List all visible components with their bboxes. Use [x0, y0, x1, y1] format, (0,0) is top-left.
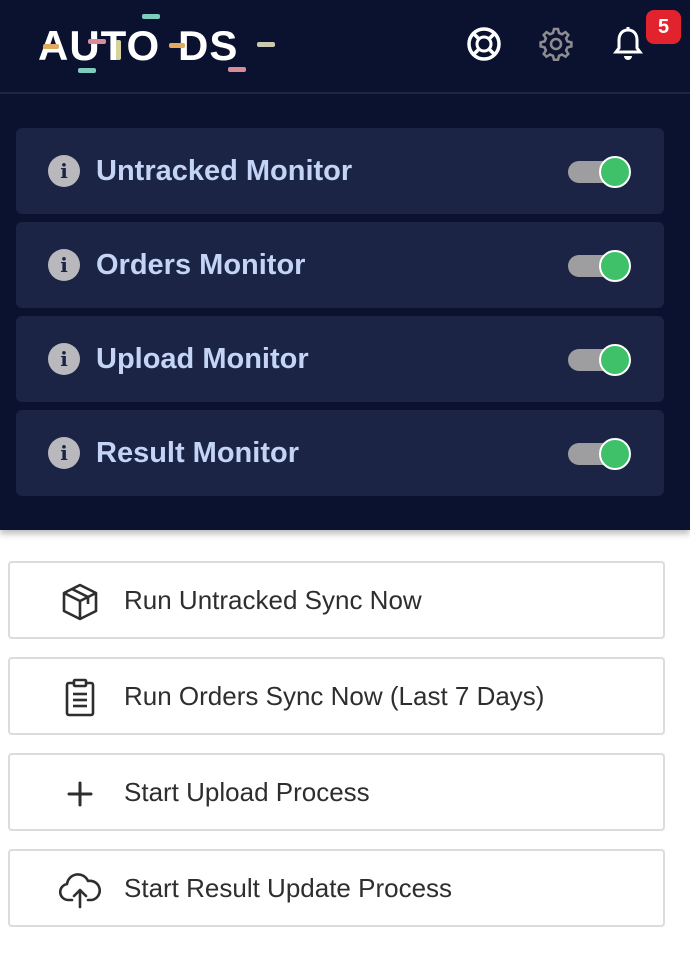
- action-label: Start Upload Process: [124, 777, 370, 807]
- monitor-row-orders: i Orders Monitor: [16, 222, 664, 308]
- run-untracked-sync-button[interactable]: Run Untracked Sync Now: [8, 561, 665, 639]
- gear-icon[interactable]: [536, 24, 576, 64]
- info-icon[interactable]: i: [48, 155, 80, 187]
- run-orders-sync-button[interactable]: Run Orders Sync Now (Last 7 Days): [8, 657, 665, 735]
- notification-badge: 5: [646, 10, 681, 44]
- action-label: Run Untracked Sync Now: [124, 585, 422, 615]
- app-header: AUTO DS 5: [0, 0, 690, 94]
- cloud-upload-icon: [58, 868, 102, 912]
- monitor-row-result: i Result Monitor: [16, 410, 664, 496]
- info-icon[interactable]: i: [48, 249, 80, 281]
- bell-icon[interactable]: [608, 24, 648, 64]
- start-upload-process-button[interactable]: Start Upload Process: [8, 753, 665, 831]
- monitor-label: Result Monitor: [96, 437, 299, 469]
- plus-icon: [58, 772, 102, 816]
- autods-logo: AUTO DS: [38, 14, 275, 73]
- svg-text:DS: DS: [178, 22, 238, 69]
- untracked-monitor-toggle[interactable]: [568, 156, 632, 188]
- monitor-row-upload: i Upload Monitor: [16, 316, 664, 402]
- result-monitor-toggle[interactable]: [568, 438, 632, 470]
- info-icon[interactable]: i: [48, 343, 80, 375]
- monitor-panel: i Untracked Monitor i Orders Monitor i U…: [0, 94, 690, 530]
- clipboard-icon: [58, 676, 102, 720]
- action-label: Run Orders Sync Now (Last 7 Days): [124, 681, 545, 711]
- monitor-label: Orders Monitor: [96, 249, 306, 281]
- info-icon[interactable]: i: [48, 437, 80, 469]
- monitor-label: Upload Monitor: [96, 343, 309, 375]
- upload-monitor-toggle[interactable]: [568, 344, 632, 376]
- action-label: Start Result Update Process: [124, 873, 453, 903]
- monitor-row-untracked: i Untracked Monitor: [16, 128, 664, 214]
- orders-monitor-toggle[interactable]: [568, 250, 632, 282]
- package-icon: [58, 580, 102, 624]
- monitor-label: Untracked Monitor: [96, 155, 353, 187]
- support-icon[interactable]: [464, 24, 504, 64]
- start-result-update-button[interactable]: Start Result Update Process: [8, 849, 665, 927]
